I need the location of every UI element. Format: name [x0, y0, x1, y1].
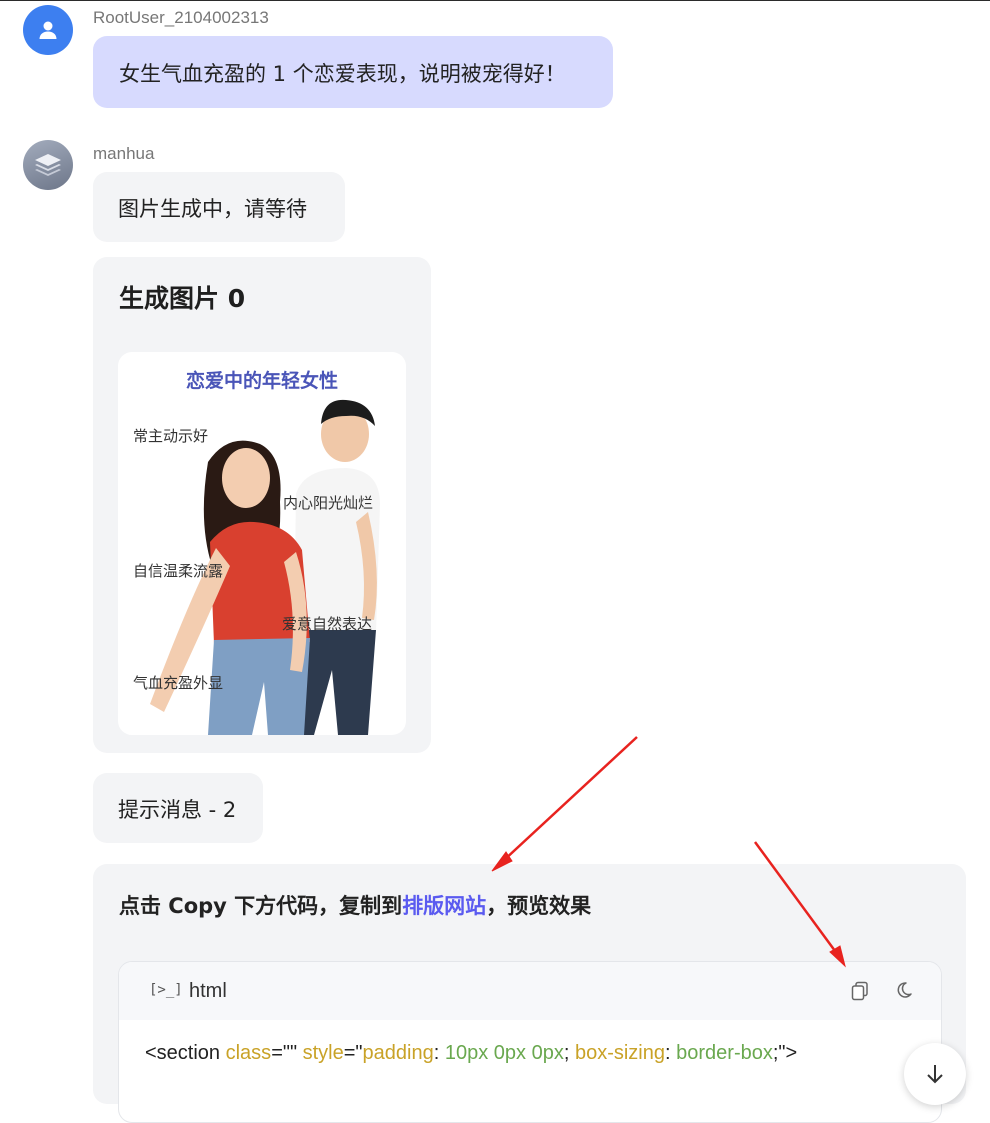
code-token-attr: style: [302, 1042, 344, 1064]
waiting-message-bubble: 图片生成中，请等待: [93, 172, 345, 242]
image-card-title: 生成图片 0: [119, 284, 246, 313]
bot-avatar: [23, 140, 73, 190]
hint-message-bubble: 提示消息 - 2: [93, 773, 263, 843]
poster-label: 自信温柔流露: [133, 562, 224, 580]
code-token: ;">: [772, 1042, 798, 1064]
arrow-down-icon: [927, 1065, 943, 1084]
poster-label: 内心阳光灿烂: [283, 494, 374, 512]
layers-icon: [35, 154, 61, 176]
code-token-value: 10px 0px 0px: [444, 1042, 564, 1064]
user-avatar: [23, 5, 73, 55]
scroll-to-bottom-button[interactable]: [904, 1043, 966, 1105]
copy-instruction: 点击 Copy 下方代码，复制到排版网站，预览效果: [119, 890, 591, 920]
poster-label: 爱意自然表达: [282, 615, 373, 633]
user-message-bubble: 女生气血充盈的 1 个恋爱表现，说明被宠得好！: [93, 36, 613, 108]
poster-title: 恋爱中的年轻女性: [185, 370, 338, 392]
layout-site-link[interactable]: 排版网站: [402, 894, 486, 918]
poster-label: 常主动示好: [133, 427, 209, 445]
terminal-icon: [>_]: [149, 982, 183, 998]
moon-icon[interactable]: [895, 981, 913, 999]
code-token: =": [343, 1042, 363, 1064]
person-icon: [39, 21, 57, 39]
code-token: ;: [563, 1042, 575, 1064]
instruction-prefix: 点击 Copy 下方代码，复制到: [119, 894, 403, 918]
code-token: :: [433, 1042, 445, 1064]
code-card: 点击 Copy 下方代码，复制到排版网站，预览效果 [>_] html <sec…: [93, 864, 966, 1123]
annotation-arrow-to-link: [501, 736, 638, 863]
image-card: 生成图片 0 恋爱中的年轻女性 常主动示好 内心阳光灿烂 自信温柔流露 爱意自然…: [93, 257, 431, 753]
bot-name: manhua: [93, 144, 155, 163]
code-token: :: [665, 1042, 677, 1064]
code-block-header: [>_] html: [119, 962, 941, 1020]
code-token-prop: box-sizing: [574, 1042, 665, 1064]
copy-icon[interactable]: [851, 981, 869, 1001]
top-border: [0, 0, 990, 1]
code-token-attr: class: [225, 1042, 272, 1064]
code-token-value: border-box: [676, 1042, 773, 1064]
code-block: [>_] html <section class="" style="paddi…: [118, 961, 942, 1123]
instruction-suffix: ，预览效果: [486, 894, 592, 918]
code-token-tag: <section: [145, 1042, 226, 1064]
user-name: RootUser_2104002313: [93, 8, 269, 27]
code-language-label: html: [189, 980, 227, 1002]
code-token-prop: padding: [362, 1042, 434, 1064]
generated-poster-image: 恋爱中的年轻女性 常主动示好 内心阳光灿烂 自信温柔流露 爱意自然表达 气血充盈…: [118, 352, 406, 735]
code-line: <section class="" style="padding: 10px 0…: [145, 1042, 797, 1065]
code-token: ="": [271, 1042, 303, 1064]
poster-label: 气血充盈外显: [133, 674, 224, 692]
